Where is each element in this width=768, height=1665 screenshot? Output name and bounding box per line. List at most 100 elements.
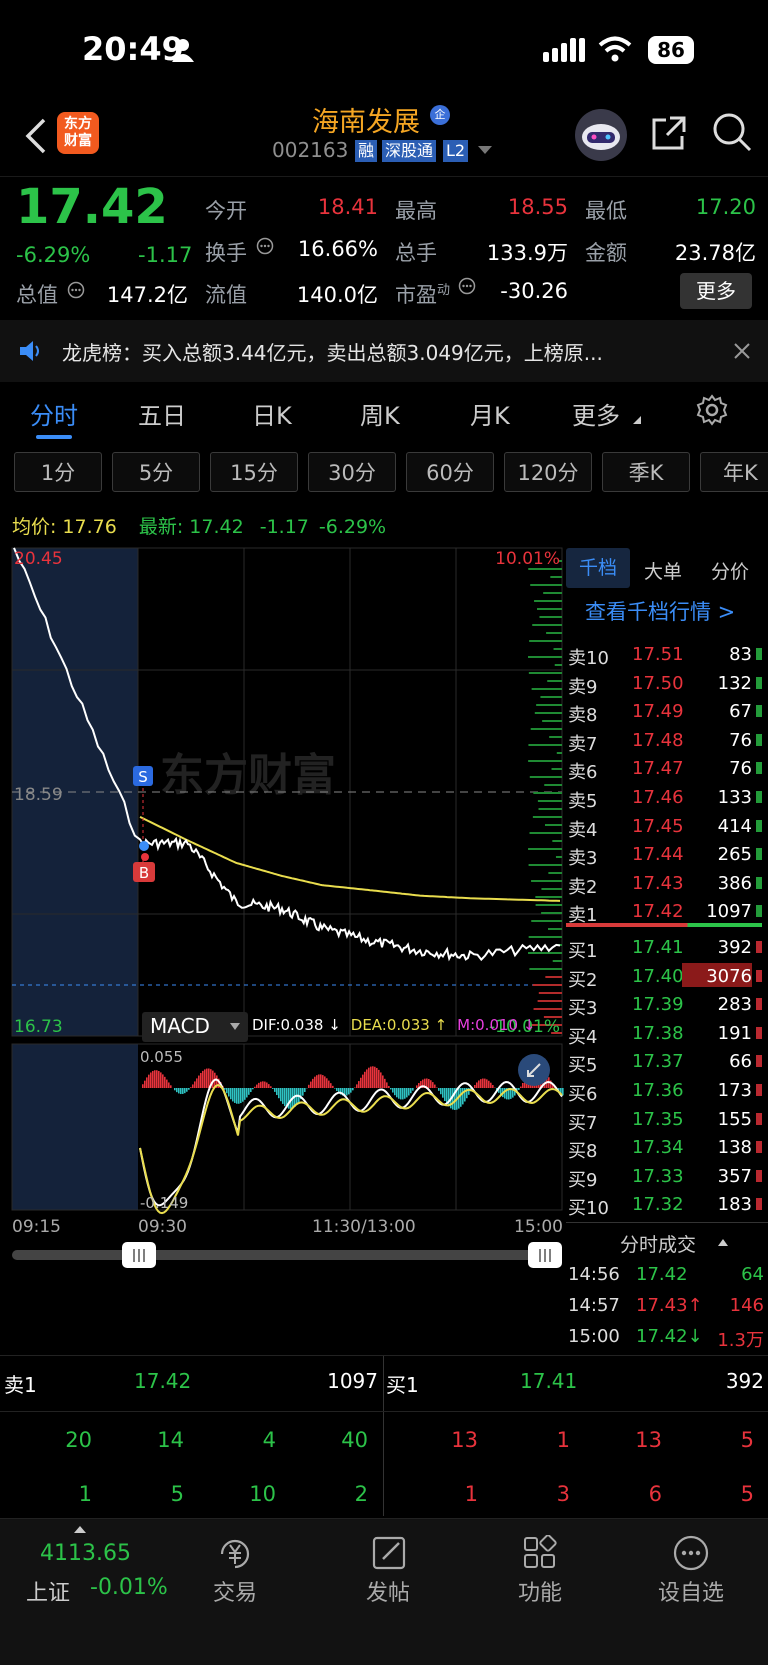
index-percent[interactable]: -0.01% (90, 1575, 168, 1600)
bid-ask-ratio-bar (566, 923, 762, 927)
news-ticker[interactable]: 龙虎榜：买入总额3.44亿元，卖出总额3.049亿元，上榜原... (0, 320, 768, 382)
level-bar (756, 1198, 762, 1211)
more-button[interactable]: 更多 (680, 273, 752, 309)
expand-up-icon[interactable] (74, 1525, 86, 1533)
tab-price-dist[interactable]: 分价 (711, 557, 749, 584)
time-label: 11:30/13:00 (312, 1217, 416, 1237)
ask-row[interactable]: 卖6 17.47 76 (566, 754, 768, 783)
period-30min[interactable]: 30分 (308, 452, 396, 492)
tab-big-orders[interactable]: 大单 (644, 557, 682, 584)
macd-bar (330, 1083, 332, 1088)
volume-bar (533, 792, 562, 794)
bid-row[interactable]: 买5 17.37 66 (566, 1047, 768, 1076)
macd-bar (174, 1088, 176, 1091)
tab-daily[interactable]: 日K (252, 396, 292, 431)
bid-row[interactable]: 买10 17.32 183 (566, 1190, 768, 1219)
thousand-levels-link[interactable]: 查看千档行情 > (585, 596, 735, 626)
dropdown-icon[interactable] (478, 146, 492, 156)
volume-bar (538, 808, 562, 810)
index-name[interactable]: 上证 (26, 1575, 70, 1607)
bid-row[interactable]: 买8 17.34 138 (566, 1133, 768, 1162)
macd-bar (362, 1074, 364, 1088)
volume-bar (532, 984, 562, 986)
divider (566, 1222, 768, 1223)
period-15min[interactable]: 15分 (210, 452, 298, 492)
bid-row[interactable]: 买7 17.35 155 (566, 1105, 768, 1134)
period-1min[interactable]: 1分 (14, 452, 102, 492)
tick-time: 15:00 (568, 1326, 620, 1347)
level-price: 17.46 (632, 787, 684, 808)
bid-row[interactable]: 买6 17.36 173 (566, 1076, 768, 1105)
volume-value: 133.9万 (486, 241, 568, 265)
macd-bar (208, 1068, 210, 1088)
connect-tag: 深股通 (382, 140, 437, 162)
nav-trade[interactable]: 交易 (160, 1575, 310, 1607)
ask-row[interactable]: 卖4 17.45 414 (566, 812, 768, 841)
back-icon[interactable] (24, 118, 48, 154)
ask-row[interactable]: 卖9 17.50 132 (566, 669, 768, 698)
y-min-label: 16.73 (14, 1017, 63, 1037)
stock-code: 002163 (272, 138, 349, 162)
period-60min[interactable]: 60分 (406, 452, 494, 492)
amount-value: 23.78亿 (674, 241, 756, 265)
tab-five-day[interactable]: 五日 (138, 396, 186, 431)
range-slider-track[interactable] (12, 1250, 562, 1260)
ask-row[interactable]: 卖7 17.48 76 (566, 726, 768, 755)
period-quarter[interactable]: 季K (602, 452, 690, 492)
macd-bar (274, 1088, 276, 1092)
ask-row[interactable]: 卖1 17.42 1097 (566, 897, 768, 926)
nav-functions[interactable]: 功能 (465, 1575, 615, 1607)
ask-row[interactable]: 卖10 17.51 83 (566, 640, 768, 669)
macd-bar (522, 1082, 524, 1088)
volume-bar (529, 640, 562, 642)
volume-bar (528, 656, 562, 658)
macd-bar (378, 1069, 380, 1088)
macd-bar (182, 1088, 184, 1094)
tab-intraday[interactable]: 分时 (30, 396, 78, 431)
bid-row[interactable]: 买9 17.33 357 (566, 1162, 768, 1191)
tab-monthly[interactable]: 月K (470, 396, 510, 431)
tab-weekly[interactable]: 周K (360, 396, 400, 431)
close-icon[interactable] (734, 343, 750, 359)
period-5min[interactable]: 5分 (112, 452, 200, 492)
period-120min[interactable]: 120分 (504, 452, 592, 492)
tab-thousand-levels[interactable]: 千档 (566, 548, 630, 588)
macd-bar (380, 1072, 382, 1088)
period-year[interactable]: 年K (700, 452, 768, 492)
macd-bar (398, 1088, 400, 1099)
more-dots-icon (673, 1535, 709, 1571)
index-value[interactable]: 4113.65 (40, 1541, 131, 1566)
robot-assistant-icon[interactable] (574, 108, 628, 162)
tick-volume: 1.3万 (717, 1330, 764, 1351)
info-icon[interactable] (458, 277, 476, 295)
level-bar (756, 733, 762, 746)
tab-more[interactable]: 更多 (572, 396, 620, 431)
volume-bar (534, 712, 562, 714)
bid-row[interactable]: 买2 17.40 3076 (566, 962, 768, 991)
volume-bar (532, 816, 562, 818)
ask-row[interactable]: 卖2 17.43 386 (566, 869, 768, 898)
macd-bar (396, 1088, 398, 1098)
bid-row[interactable]: 买1 17.41 392 (566, 933, 768, 962)
level-bar (756, 998, 762, 1011)
nav-add-watchlist[interactable]: 设自选 (616, 1575, 766, 1607)
bid-row[interactable]: 买3 17.39 283 (566, 990, 768, 1019)
ticks-title[interactable]: 分时成交 (620, 1230, 696, 1257)
info-icon[interactable] (67, 281, 85, 299)
macd-bar (402, 1088, 404, 1100)
search-icon[interactable] (712, 112, 752, 152)
info-icon[interactable] (256, 237, 274, 255)
ask-row[interactable]: 卖3 17.44 265 (566, 840, 768, 869)
settings-gear-icon[interactable] (696, 394, 728, 426)
nav-post[interactable]: 发帖 (313, 1575, 463, 1607)
macd-bar (364, 1071, 366, 1088)
ask-row[interactable]: 卖8 17.49 67 (566, 697, 768, 726)
macd-bar (202, 1070, 204, 1088)
bid-row[interactable]: 买4 17.38 191 (566, 1019, 768, 1048)
indicator-selector[interactable]: MACD (142, 1012, 248, 1042)
ask-row[interactable]: 卖5 17.46 133 (566, 783, 768, 812)
share-icon[interactable] (650, 114, 688, 152)
macd-max-label: 0.055 (140, 1048, 183, 1066)
queue-cell: 1 (464, 1482, 478, 1506)
collapse-icon[interactable] (718, 1238, 728, 1246)
